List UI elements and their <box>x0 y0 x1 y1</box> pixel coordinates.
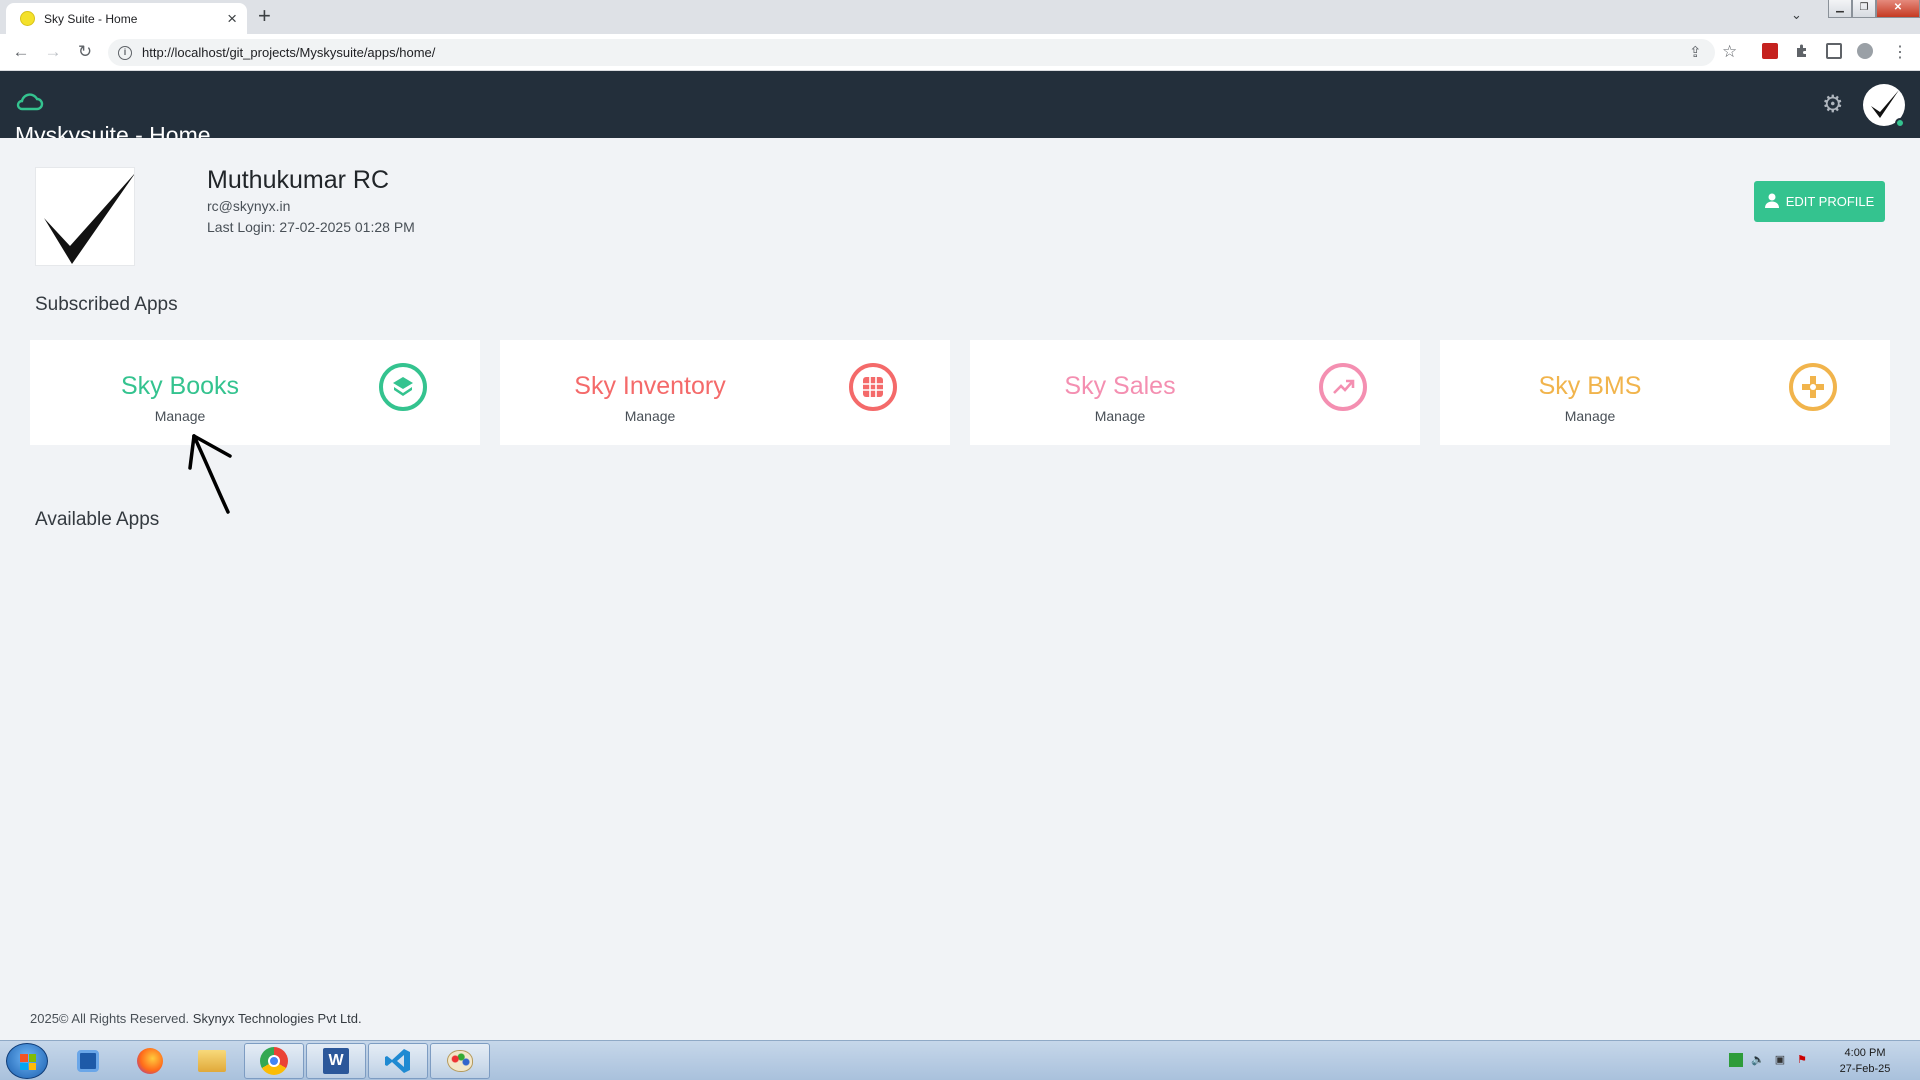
app-card-sky-sales[interactable]: Sky Sales Manage <box>970 340 1420 445</box>
layers-icon <box>379 363 427 411</box>
taskbar: W 🔈 ▣ ⚑ 4:00 PM 27-Feb-25 <box>0 1040 1920 1080</box>
page-title: Myskysuite - Home <box>15 122 211 138</box>
gamepad-icon <box>1789 363 1837 411</box>
tab-search-chevron-icon[interactable]: ⌄ <box>1791 7 1802 23</box>
clock-time: 4:00 PM <box>1844 1047 1886 1059</box>
footer-copyright: 2025© All Rights Reserved. <box>30 1011 193 1026</box>
grid-icon <box>849 363 897 411</box>
profile-icon[interactable] <box>1857 43 1873 59</box>
app-name[interactable]: Sky BMS <box>1440 372 1740 401</box>
app-name[interactable]: Sky Inventory <box>500 372 800 401</box>
vscode-icon[interactable] <box>368 1043 428 1079</box>
restore-button[interactable]: ❐ <box>1852 0 1876 18</box>
network-icon[interactable]: ▣ <box>1773 1053 1787 1067</box>
manage-link[interactable]: Manage <box>1440 408 1740 424</box>
close-window-button[interactable]: ✕ <box>1876 0 1920 18</box>
profile-email: rc@skynyx.in <box>207 198 291 214</box>
app-name[interactable]: Sky Sales <box>970 372 1270 401</box>
browser-tabstrip: Sky Suite - Home × + ⌄ ▁ ❐ ✕ <box>0 0 1920 34</box>
reload-button[interactable]: ↻ <box>72 39 98 65</box>
online-status-dot <box>1895 118 1905 128</box>
start-button[interactable] <box>6 1043 48 1079</box>
cloud-logo-icon[interactable] <box>14 91 44 116</box>
action-center-flag-icon[interactable]: ⚑ <box>1795 1053 1809 1067</box>
edit-profile-button[interactable]: EDIT PROFILE <box>1754 181 1885 222</box>
footer-company: Skynyx Technologies Pvt Ltd. <box>192 1011 362 1026</box>
manage-link[interactable]: Manage <box>30 408 330 424</box>
tray-app-icon[interactable] <box>1729 1053 1743 1067</box>
footer: 2025© All Rights Reserved. Skynyx Techno… <box>30 1011 362 1026</box>
favicon-icon <box>20 11 35 26</box>
profile-picture <box>35 167 136 266</box>
clock-date: 27-Feb-25 <box>1839 1063 1891 1075</box>
system-tray: 🔈 ▣ ⚑ <box>1729 1053 1809 1067</box>
forward-button[interactable]: → <box>40 39 66 65</box>
browser-toolbar: ← → ↻ i http://localhost/git_projects/My… <box>0 34 1920 71</box>
app-name[interactable]: Sky Books <box>30 372 330 401</box>
manage-link[interactable]: Manage <box>500 408 800 424</box>
pdf-extension-icon[interactable] <box>1762 43 1778 59</box>
back-button[interactable]: ← <box>8 39 34 65</box>
browser-menu-icon[interactable]: ⋮ <box>1892 42 1908 62</box>
word-icon[interactable]: W <box>306 1043 366 1079</box>
app-header: Myskysuite - Home ⚙ <box>0 71 1920 138</box>
last-login: Last Login: 27-02-2025 01:28 PM <box>207 219 415 235</box>
tab-close-icon[interactable]: × <box>227 10 237 27</box>
manage-link[interactable]: Manage <box>970 408 1270 424</box>
tab-title: Sky Suite - Home <box>44 11 138 26</box>
windows-logo-icon <box>20 1054 36 1070</box>
firefox-icon[interactable] <box>120 1043 180 1079</box>
taskbar-app-icon[interactable] <box>58 1043 118 1079</box>
file-explorer-icon[interactable] <box>182 1043 242 1079</box>
share-icon[interactable]: ⇪ <box>1689 43 1702 61</box>
app-card-sky-bms[interactable]: Sky BMS Manage <box>1440 340 1890 445</box>
available-apps-title: Available Apps <box>35 509 160 530</box>
subscribed-apps-title: Subscribed Apps <box>35 294 178 315</box>
site-info-icon[interactable]: i <box>118 45 132 60</box>
profile-name: Muthukumar RC <box>207 166 389 194</box>
edit-profile-label: EDIT PROFILE <box>1785 194 1875 209</box>
side-panel-icon[interactable] <box>1826 43 1842 59</box>
chrome-icon[interactable] <box>244 1043 304 1079</box>
trend-up-icon <box>1319 363 1367 411</box>
url-text[interactable]: http://localhost/git_projects/Myskysuite… <box>142 45 435 60</box>
user-icon <box>1764 193 1779 211</box>
bookmark-star-icon[interactable]: ☆ <box>1722 42 1737 62</box>
gear-icon[interactable]: ⚙ <box>1822 93 1844 117</box>
window-controls: ▁ ❐ ✕ <box>1828 0 1920 18</box>
volume-icon[interactable]: 🔈 <box>1751 1053 1765 1067</box>
arrow-annotation <box>188 434 232 514</box>
app-card-sky-books[interactable]: Sky Books Manage <box>30 340 480 445</box>
new-tab-button[interactable]: + <box>258 5 271 27</box>
app-card-sky-inventory[interactable]: Sky Inventory Manage <box>500 340 950 445</box>
paint-icon[interactable] <box>430 1043 490 1079</box>
minimize-button[interactable]: ▁ <box>1828 0 1852 18</box>
extensions-puzzle-icon[interactable] <box>1794 43 1810 59</box>
address-bar[interactable]: i http://localhost/git_projects/Myskysui… <box>108 39 1737 66</box>
taskbar-clock[interactable]: 4:00 PM 27-Feb-25 <box>1820 1045 1910 1077</box>
browser-tab[interactable]: Sky Suite - Home × <box>6 3 247 34</box>
